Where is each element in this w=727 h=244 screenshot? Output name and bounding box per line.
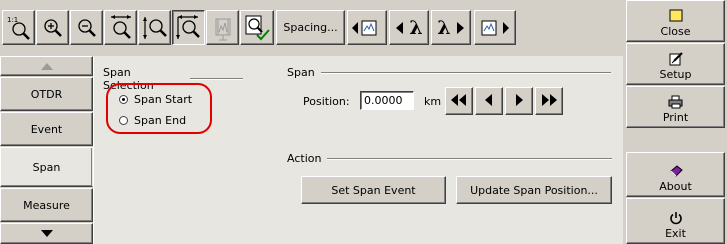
group-divider <box>320 71 611 74</box>
next-wavelength-button[interactable]: λ <box>431 10 471 45</box>
arrow-down-icon <box>40 227 53 240</box>
group-divider <box>327 157 613 160</box>
span-panel: Span Selection Span Start Span End Span … <box>93 56 623 244</box>
zoom-check-button[interactable] <box>240 10 274 45</box>
jump-to-start-button[interactable] <box>445 87 473 115</box>
right-arrow-icon <box>455 21 465 35</box>
panel-spacer <box>624 129 727 151</box>
highlight-ring <box>106 83 212 134</box>
double-left-arrow-icon <box>451 93 467 109</box>
zoom-in-icon <box>42 17 64 39</box>
setup-icon <box>668 51 684 67</box>
zoom-out-button[interactable] <box>70 10 103 45</box>
arrow-up-icon <box>40 60 53 73</box>
nav-item-label: Span <box>32 160 61 174</box>
exit-label: Exit <box>665 227 686 240</box>
zoom-in-button[interactable] <box>36 10 69 45</box>
action-group: Action <box>287 152 617 165</box>
zoom-check-icon <box>243 14 271 42</box>
span-group: Span <box>287 66 617 79</box>
folder-icon <box>668 8 684 24</box>
setup-button[interactable]: Setup <box>626 43 725 85</box>
lambda-symbol: λ <box>437 16 451 39</box>
position-input[interactable] <box>360 91 414 110</box>
zoom-horizontal-button[interactable] <box>104 10 137 45</box>
exit-button[interactable]: Exit <box>626 198 725 244</box>
nav-item-label: Event <box>30 122 63 136</box>
printer-icon <box>668 94 684 110</box>
setup-label: Setup <box>659 68 692 81</box>
action-title: Action <box>287 152 322 165</box>
update-span-position-label: Update Span Position... <box>470 183 598 197</box>
previous-trace-icon <box>351 18 383 38</box>
lambda-symbol: λ <box>409 16 423 39</box>
left-arrow-icon <box>484 93 494 109</box>
nav-item-span[interactable]: Span <box>0 147 93 187</box>
print-label: Print <box>662 111 689 124</box>
nav-item-label: OTDR <box>30 87 63 101</box>
right-panel: Close Setup Print About Exit <box>624 0 727 244</box>
about-label: About <box>659 180 692 193</box>
about-button[interactable]: About <box>626 152 725 197</box>
update-span-position-button[interactable]: Update Span Position... <box>456 176 612 204</box>
double-right-arrow-icon <box>541 93 557 109</box>
zoom-vertical-icon <box>142 14 168 42</box>
scroll-up-button[interactable] <box>0 56 93 76</box>
zoom-full-icon: 1:1 <box>6 14 32 42</box>
spacing-label: Spacing... <box>283 21 338 34</box>
print-button[interactable]: Print <box>626 86 725 128</box>
position-unit: km <box>424 95 442 108</box>
jump-to-end-button[interactable] <box>535 87 563 115</box>
next-trace-icon <box>479 18 511 38</box>
nav-item-otdr[interactable]: OTDR <box>0 77 93 111</box>
zoom-marker-icon <box>210 14 236 42</box>
set-span-event-button[interactable]: Set Span Event <box>301 176 446 204</box>
zoom-full-button[interactable]: 1:1 <box>2 10 35 45</box>
close-button[interactable]: Close <box>626 0 725 42</box>
spacing-button[interactable]: Spacing... <box>276 10 345 45</box>
zoom-vertical-button[interactable] <box>138 10 171 45</box>
right-arrow-icon <box>514 93 524 109</box>
nav-item-event[interactable]: Event <box>0 112 93 146</box>
left-arrow-icon <box>395 21 405 35</box>
span-group-title: Span <box>287 66 315 79</box>
zoom-marker-button[interactable] <box>206 10 239 45</box>
zoom-area-button[interactable] <box>172 10 205 45</box>
group-divider <box>189 78 243 80</box>
move-right-button[interactable] <box>505 87 533 115</box>
scroll-down-button[interactable] <box>0 223 93 244</box>
svg-text:1:1: 1:1 <box>7 16 18 24</box>
set-span-event-label: Set Span Event <box>331 183 416 197</box>
toolbar: 1:1 Spacing... λ λ <box>0 0 623 48</box>
move-left-button[interactable] <box>475 87 503 115</box>
next-trace-button[interactable] <box>474 10 516 45</box>
position-label: Position: <box>303 95 350 108</box>
power-icon <box>669 210 683 226</box>
about-icon <box>668 163 684 179</box>
close-label: Close <box>660 25 691 38</box>
zoom-horizontal-icon <box>108 14 134 42</box>
previous-trace-button[interactable] <box>347 10 387 45</box>
nav-item-label: Measure <box>23 198 70 212</box>
left-nav: OTDR Event Span Measure <box>0 56 93 244</box>
zoom-out-icon <box>76 17 98 39</box>
nav-item-measure[interactable]: Measure <box>0 188 93 222</box>
zoom-area-icon <box>175 14 202 42</box>
previous-wavelength-button[interactable]: λ <box>389 10 429 45</box>
